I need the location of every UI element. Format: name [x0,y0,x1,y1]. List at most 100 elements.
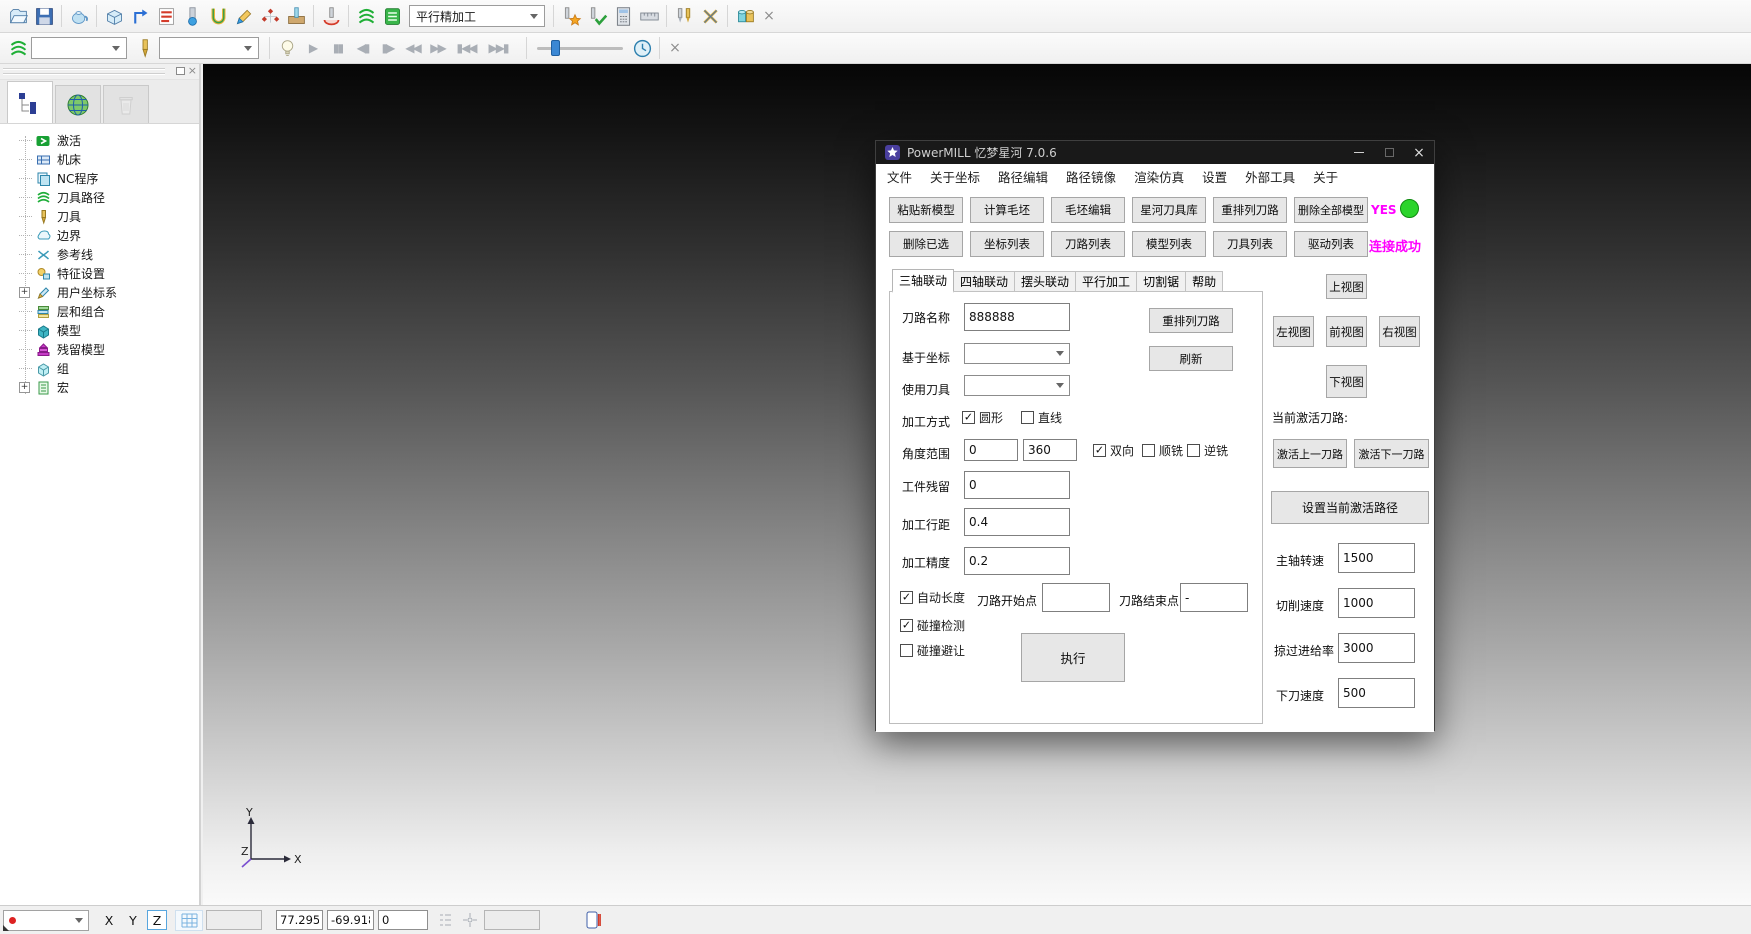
panel-header[interactable]: × [0,64,199,80]
tree-item-levels-sets[interactable]: 层和组合 [0,302,199,321]
tree-item-nc-program[interactable]: NC程序 [0,169,199,188]
cutting-speed-input[interactable] [1338,588,1415,618]
powermill-spring-icon[interactable] [5,35,31,61]
skim-feed-input[interactable] [1338,633,1415,663]
toolpath-list-button[interactable]: 刀路列表 [1051,231,1125,257]
tool-pair-icon[interactable] [671,3,697,29]
sim-toolpath-dropdown[interactable] [31,37,127,59]
tree-item-stock-models[interactable]: 残留模型 [0,340,199,359]
conventional-mill-checkbox[interactable]: 逆铣 [1187,442,1228,459]
tool-library-button[interactable]: 星河刀具库 [1132,197,1206,223]
view-right-button[interactable]: 右视图 [1379,316,1420,347]
view-left-button[interactable]: 左视图 [1273,316,1314,347]
tab-4axis[interactable]: 四轴联动 [954,271,1015,292]
tolerance-input[interactable] [964,547,1070,575]
collision-detect-checkbox[interactable]: ✓碰撞检测 [900,617,965,634]
line-checkbox[interactable]: 直线 [1021,409,1062,426]
main-toolbar-close-button[interactable]: × [758,8,780,24]
cylinders-icon[interactable] [732,3,758,29]
stepover-input[interactable] [964,508,1070,536]
menu-coords[interactable]: 关于坐标 [921,164,989,188]
open-folder-icon[interactable] [5,3,31,29]
tree-item-feature-sets[interactable]: 特征设置 [0,264,199,283]
circle-checkbox[interactable]: ✓圆形 [962,409,1003,426]
step-back-button[interactable]: ◀▮ [350,41,375,55]
base-coord-select[interactable] [964,343,1070,364]
step-forward-button[interactable]: ▮▶ [375,41,400,55]
menu-file[interactable]: 文件 [878,164,921,188]
grid-snap-button[interactable] [175,910,203,931]
tool-star-icon[interactable] [558,3,584,29]
ball-tool-icon[interactable] [179,3,205,29]
close-panel-button[interactable]: × [188,65,197,76]
maximize-button[interactable] [1374,141,1404,164]
set-active-path-button[interactable]: 设置当前激活路径 [1271,491,1429,524]
tree-item-boundaries[interactable]: 边界 [0,226,199,245]
go-start-button[interactable]: ▮◀◀ [450,41,482,55]
float-panel-button[interactable] [176,67,185,75]
tab-saw[interactable]: 切割锯 [1137,271,1186,292]
coord-x-input[interactable] [276,910,323,930]
close-button[interactable]: × [1404,141,1434,164]
strategy-dropdown[interactable]: 平行精加工 [409,5,545,27]
minimize-button[interactable] [1344,141,1374,164]
locate-compass-icon[interactable] [462,912,478,928]
fast-forward-button[interactable]: ▶▶ [425,41,450,55]
view-front-button[interactable]: 前视图 [1326,316,1367,347]
sim-toolbar-close-button[interactable]: × [664,40,686,56]
bidirectional-checkbox[interactable]: ✓双向 [1093,442,1134,459]
dialog-titlebar[interactable]: PowerMILL 忆梦星河 7.0.6 × [876,141,1434,164]
coord-y-input[interactable] [327,910,374,930]
tree-item-activate[interactable]: 激活 [0,131,199,150]
save-icon[interactable] [31,3,57,29]
clipboard-sim-icon[interactable] [586,911,601,929]
expand-icon[interactable]: + [19,382,30,393]
tab-parallel[interactable]: 平行加工 [1076,271,1137,292]
plunge-speed-input[interactable] [1338,678,1415,708]
tab-help[interactable]: 帮助 [1186,271,1223,292]
expand-icon[interactable]: + [19,287,30,298]
tab-globe[interactable] [55,85,101,123]
slider-thumb[interactable] [551,40,560,56]
tree-item-patterns[interactable]: 参考线 [0,245,199,264]
stock-allowance-input[interactable] [964,471,1070,499]
tree-item-models[interactable]: 模型 [0,321,199,340]
menu-external-tools[interactable]: 外部工具 [1236,164,1304,188]
coord-list-button[interactable]: 坐标列表 [970,231,1044,257]
rewind-button[interactable]: ◀◀ [400,41,425,55]
color-dropdown[interactable] [3,910,89,931]
menu-path-mirror[interactable]: 路径镜像 [1057,164,1125,188]
sim-tool-dropdown[interactable] [159,37,259,59]
paste-new-model-button[interactable]: 粘贴新模型 [889,197,963,223]
tolerance-readout-input[interactable] [484,910,540,930]
start-point-input[interactable] [1042,583,1110,612]
tool-check-icon[interactable] [584,3,610,29]
spindle-speed-input[interactable] [1338,543,1415,573]
tab-3axis[interactable]: 三轴联动 [892,269,954,293]
calc-block-button[interactable]: 计算毛坯 [970,197,1044,223]
tab-swivel-head[interactable]: 摆头联动 [1015,271,1076,292]
coord-z-input[interactable] [378,910,428,930]
toolpath-arrow-icon[interactable] [127,3,153,29]
tree-item-groups[interactable]: 组 [0,359,199,378]
drive-list-button[interactable]: 驱动列表 [1294,231,1368,257]
pause-button[interactable]: ▮▮ [325,41,350,55]
block-model-icon[interactable] [101,3,127,29]
delete-all-models-button[interactable]: 删除全部模型 [1294,197,1368,223]
axis-z-button[interactable]: Z [147,910,167,930]
grid-size-input[interactable] [206,910,262,930]
activate-prev-toolpath-button[interactable]: 激活上一刀路 [1273,439,1347,468]
refresh-button[interactable]: 刷新 [1149,346,1233,371]
teapot-icon[interactable] [66,3,92,29]
collision-avoid-checkbox[interactable]: 碰撞避让 [900,642,965,659]
tree-item-tools[interactable]: 刀具 [0,207,199,226]
toolpath-list-icon[interactable] [379,3,405,29]
tab-recycle-bin[interactable] [103,85,149,123]
view-top-button[interactable]: 上视图 [1326,274,1367,299]
tool-list-button[interactable]: 刀具列表 [1213,231,1287,257]
toolpath-name-input[interactable] [964,303,1070,331]
activate-next-toolpath-button[interactable]: 激活下一刀路 [1354,439,1429,468]
cross-arrows-icon[interactable] [697,3,723,29]
tree-item-workplanes[interactable]: +用户坐标系 [0,283,199,302]
tool-arc-icon[interactable] [318,3,344,29]
